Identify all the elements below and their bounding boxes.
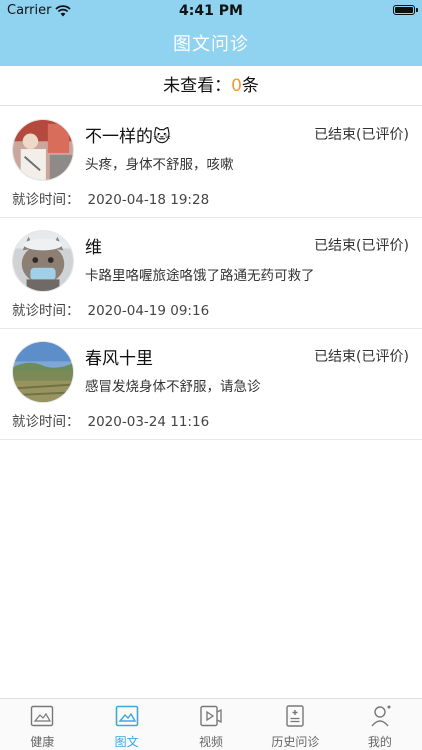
- battery-icon: [393, 5, 418, 15]
- unread-prefix: 未查看：: [163, 76, 232, 96]
- tab-history[interactable]: 历史问诊: [253, 699, 337, 750]
- consultation-status: 已结束(已评价): [314, 349, 409, 365]
- tab-label: 健康: [30, 735, 55, 749]
- avatar-photo-cat-icon: [13, 231, 73, 291]
- visit-time-label: 就诊时间：: [12, 303, 80, 319]
- unread-summary: 未查看：0条: [0, 66, 422, 106]
- visit-time-value: 2020-03-24 11:16: [87, 414, 210, 430]
- tab-label: 历史问诊: [271, 735, 320, 749]
- avatar: [12, 230, 74, 292]
- visit-time-value: 2020-04-19 09:16: [87, 303, 210, 319]
- symptom-description: 卡路里咯喔旅途咯饿了路通无药可救了: [85, 268, 315, 284]
- avatar: [12, 341, 74, 403]
- image-icon: [31, 705, 54, 727]
- clock-time: 4:41 PM: [179, 3, 243, 19]
- symptom-description: 感冒发烧身体不舒服，请急诊: [85, 379, 261, 395]
- visit-time-row: 就诊时间： 2020-04-19 09:16: [12, 299, 209, 319]
- visit-time-value: 2020-04-18 19:28: [87, 192, 210, 208]
- image-chat-icon: [115, 705, 138, 727]
- unread-count: 0: [231, 76, 242, 96]
- visit-time-label: 就诊时间：: [12, 414, 80, 430]
- consultation-item[interactable]: 维 已结束(已评价) 卡路里咯喔旅途咯饿了路通无药可救了 就诊时间： 2020-0…: [0, 218, 422, 329]
- tab-image-text[interactable]: 图文: [84, 699, 168, 750]
- patient-name: 维: [85, 238, 102, 258]
- tab-label: 视频: [199, 735, 224, 749]
- visit-time-row: 就诊时间： 2020-04-18 19:28: [12, 188, 209, 208]
- tab-video[interactable]: 视频: [169, 699, 253, 750]
- medical-record-icon: [286, 705, 305, 727]
- consultation-list: 不一样的🐱 已结束(已评价) 头疼，身体不舒服，咳嗽 就诊时间： 2020-04-…: [0, 107, 422, 440]
- consultation-item[interactable]: 不一样的🐱 已结束(已评价) 头疼，身体不舒服，咳嗽 就诊时间： 2020-04-…: [0, 107, 422, 218]
- avatar: [12, 119, 74, 181]
- tab-label: 我的: [367, 735, 392, 749]
- tab-health[interactable]: 健康: [0, 699, 84, 750]
- profile-icon: [371, 705, 391, 727]
- tab-bar: 健康 图文 视频 历史问诊 我的: [0, 698, 422, 750]
- tab-label: 图文: [114, 735, 139, 749]
- consultation-item[interactable]: 春风十里 已结束(已评价) 感冒发烧身体不舒服，请急诊 就诊时间： 2020-03…: [0, 329, 422, 440]
- consultation-status: 已结束(已评价): [314, 238, 409, 254]
- visit-time-row: 就诊时间： 2020-03-24 11:16: [12, 410, 209, 430]
- visit-time-label: 就诊时间：: [12, 192, 80, 208]
- top-header: Carrier 4:41 PM 图文问诊: [0, 0, 422, 66]
- status-bar: Carrier 4:41 PM: [0, 0, 422, 22]
- page-title: 图文问诊: [173, 34, 249, 55]
- patient-name: 不一样的🐱: [85, 127, 171, 147]
- tab-profile[interactable]: 我的: [338, 699, 422, 750]
- patient-name: 春风十里: [85, 349, 153, 369]
- avatar-photo-landscape-icon: [13, 342, 73, 402]
- unread-suffix: 条: [241, 76, 259, 96]
- consultation-status: 已结束(已评价): [314, 127, 409, 143]
- avatar-photo-person-icon: [13, 120, 73, 180]
- symptom-description: 头疼，身体不舒服，咳嗽: [85, 157, 234, 173]
- video-icon: [200, 705, 222, 727]
